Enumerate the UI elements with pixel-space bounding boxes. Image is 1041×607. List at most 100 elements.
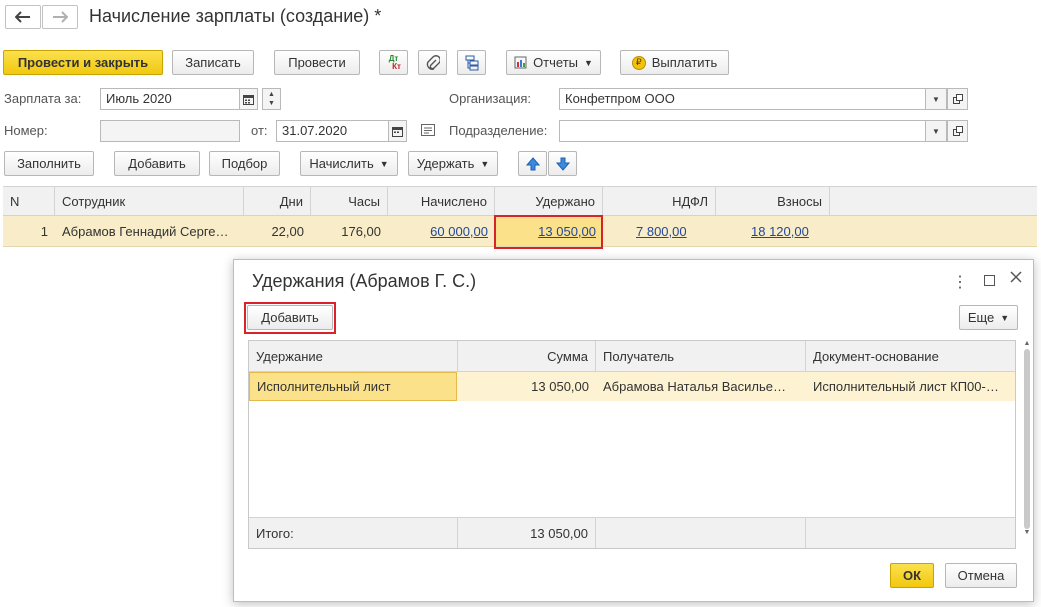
calendar-button[interactable] <box>239 88 258 110</box>
move-down-button[interactable] <box>548 151 577 176</box>
total-label: Итого: <box>249 518 458 548</box>
cell-deduction[interactable]: Исполнительный лист <box>249 372 457 401</box>
arrow-down-icon <box>555 157 570 171</box>
scrollbar-thumb[interactable] <box>1024 349 1030 529</box>
add-button-highlight <box>244 302 336 334</box>
deductions-table-footer: Итого: 13 050,00 <box>249 517 1015 548</box>
total-empty-recipient <box>596 518 806 548</box>
chevron-down-icon: ▼ <box>480 158 490 169</box>
nav-back-button[interactable] <box>5 5 41 29</box>
dialog-title: Удержания (Абрамов Г. С.) <box>252 271 477 291</box>
structure-button[interactable] <box>457 50 486 75</box>
column-header-employee[interactable]: Сотрудник <box>55 187 244 215</box>
ndfl-link[interactable]: 7 800,00 <box>636 224 687 239</box>
deductions-table: Удержание Сумма Получатель Документ-осно… <box>248 340 1016 549</box>
salary-for-field[interactable]: Июль 2020 <box>100 88 240 110</box>
post-button[interactable]: Провести <box>274 50 360 75</box>
main-table-header: N Сотрудник Дни Часы Начислено Удержано … <box>3 186 1037 216</box>
column-header-hours[interactable]: Часы <box>311 187 388 215</box>
add-button[interactable]: Добавить <box>114 151 200 176</box>
column-header-contrib[interactable]: Взносы <box>716 187 830 215</box>
move-up-button[interactable] <box>518 151 547 176</box>
attach-button[interactable] <box>418 50 447 75</box>
cell-contrib[interactable]: 18 120,00 <box>716 216 830 246</box>
deductions-table-header: Удержание Сумма Получатель Документ-осно… <box>249 341 1015 372</box>
column-header-sum[interactable]: Сумма <box>458 341 596 371</box>
column-header-deduction[interactable]: Удержание <box>249 341 458 371</box>
date-field[interactable]: 31.07.2020 <box>276 120 389 142</box>
salary-for-label: Зарплата за: <box>4 91 82 106</box>
column-header-days[interactable]: Дни <box>244 187 311 215</box>
reports-label: Отчеты <box>533 55 578 70</box>
column-header-accrued[interactable]: Начислено <box>388 187 495 215</box>
accrue-button[interactable]: Начислить ▼ <box>300 151 398 176</box>
cell-sum: 13 050,00 <box>531 379 589 394</box>
more-vert-icon[interactable]: ⋮ <box>952 272 968 292</box>
period-stepper[interactable]: ▲ ▼ <box>262 88 281 110</box>
nav-forward-button[interactable] <box>42 5 78 29</box>
cell-n: 1 <box>40 223 48 239</box>
scroll-down-icon[interactable]: ▼ <box>1022 529 1032 536</box>
maximize-icon[interactable] <box>984 275 995 286</box>
reports-button[interactable]: Отчеты ▼ <box>506 50 601 75</box>
close-icon[interactable] <box>1009 270 1023 287</box>
total-value: 13 050,00 <box>458 518 596 548</box>
organization-dropdown-button[interactable]: ▼ <box>925 88 947 110</box>
comment-icon[interactable] <box>421 124 435 139</box>
chevron-down-icon: ▼ <box>379 158 389 169</box>
cell-employee: Абрамов Геннадий Серге… <box>62 223 229 239</box>
post-and-close-button[interactable]: Провести и закрыть <box>3 50 163 75</box>
cell-hours: 176,00 <box>341 223 381 239</box>
save-button[interactable]: Записать <box>172 50 254 75</box>
division-dropdown-button[interactable]: ▼ <box>925 120 947 142</box>
hierarchy-icon <box>465 55 478 70</box>
ruble-coin-icon: ₽ <box>631 55 646 70</box>
dt-kt-icon-kt: Кт <box>392 61 401 71</box>
ok-button[interactable]: ОК <box>890 563 934 588</box>
date-calendar-button[interactable] <box>388 120 407 142</box>
fill-button[interactable]: Заполнить <box>4 151 94 176</box>
number-label: Номер: <box>4 123 48 138</box>
table-row[interactable]: Исполнительный лист 13 050,00 Абрамова Н… <box>249 372 1015 401</box>
pay-button[interactable]: ₽ Выплатить <box>620 50 729 75</box>
deduct-label: Удержать <box>416 156 475 171</box>
dt-kt-button[interactable]: Дт Кт <box>379 50 408 75</box>
cell-recipient: Абрамова Наталья Василье… <box>603 379 786 394</box>
accrue-label: Начислить <box>309 156 374 171</box>
select-button[interactable]: Подбор <box>209 151 280 176</box>
division-field[interactable] <box>559 120 926 142</box>
number-field[interactable] <box>100 120 240 142</box>
arrow-up-icon <box>525 156 540 170</box>
column-header-n[interactable]: N <box>3 187 55 215</box>
accrued-link[interactable]: 60 000,00 <box>430 224 488 239</box>
scroll-up-icon[interactable]: ▲ <box>1022 340 1032 347</box>
column-header-recipient[interactable]: Получатель <box>596 341 806 371</box>
dialog-more-button[interactable]: Еще ▼ <box>959 305 1018 330</box>
cell-ndfl[interactable]: 7 800,00 <box>603 216 716 246</box>
arrow-left-icon <box>15 11 30 23</box>
division-label: Подразделение: <box>449 123 548 138</box>
open-window-icon <box>952 94 963 104</box>
column-header-basis[interactable]: Документ-основание <box>806 341 1016 371</box>
contrib-link[interactable]: 18 120,00 <box>751 224 809 239</box>
scrollbar[interactable]: ▲ ▼ <box>1022 340 1032 549</box>
date-from-label: от: <box>251 123 268 138</box>
organization-open-button[interactable] <box>947 88 968 110</box>
cell-accrued[interactable]: 60 000,00 <box>388 216 495 246</box>
organization-label: Организация: <box>449 91 532 106</box>
calendar-icon <box>243 94 254 105</box>
cancel-button[interactable]: Отмена <box>945 563 1017 588</box>
page-title: Начисление зарплаты (создание) * <box>89 6 382 26</box>
chevron-down-icon: ▼ <box>1000 312 1010 323</box>
calendar-icon <box>392 126 403 137</box>
deductions-dialog: Удержания (Абрамов Г. С.) ⋮ Добавить Еще… <box>233 259 1034 602</box>
arrow-right-icon <box>53 11 68 23</box>
more-label: Еще <box>967 310 995 325</box>
deducted-highlight <box>494 215 603 249</box>
deduct-button[interactable]: Удержать ▼ <box>408 151 498 176</box>
organization-field[interactable]: Конфетпром ООО <box>559 88 926 110</box>
chevron-down-icon: ▼ <box>932 126 940 136</box>
division-open-button[interactable] <box>947 120 968 142</box>
column-header-ndfl[interactable]: НДФЛ <box>603 187 716 215</box>
column-header-deducted[interactable]: Удержано <box>495 187 603 215</box>
